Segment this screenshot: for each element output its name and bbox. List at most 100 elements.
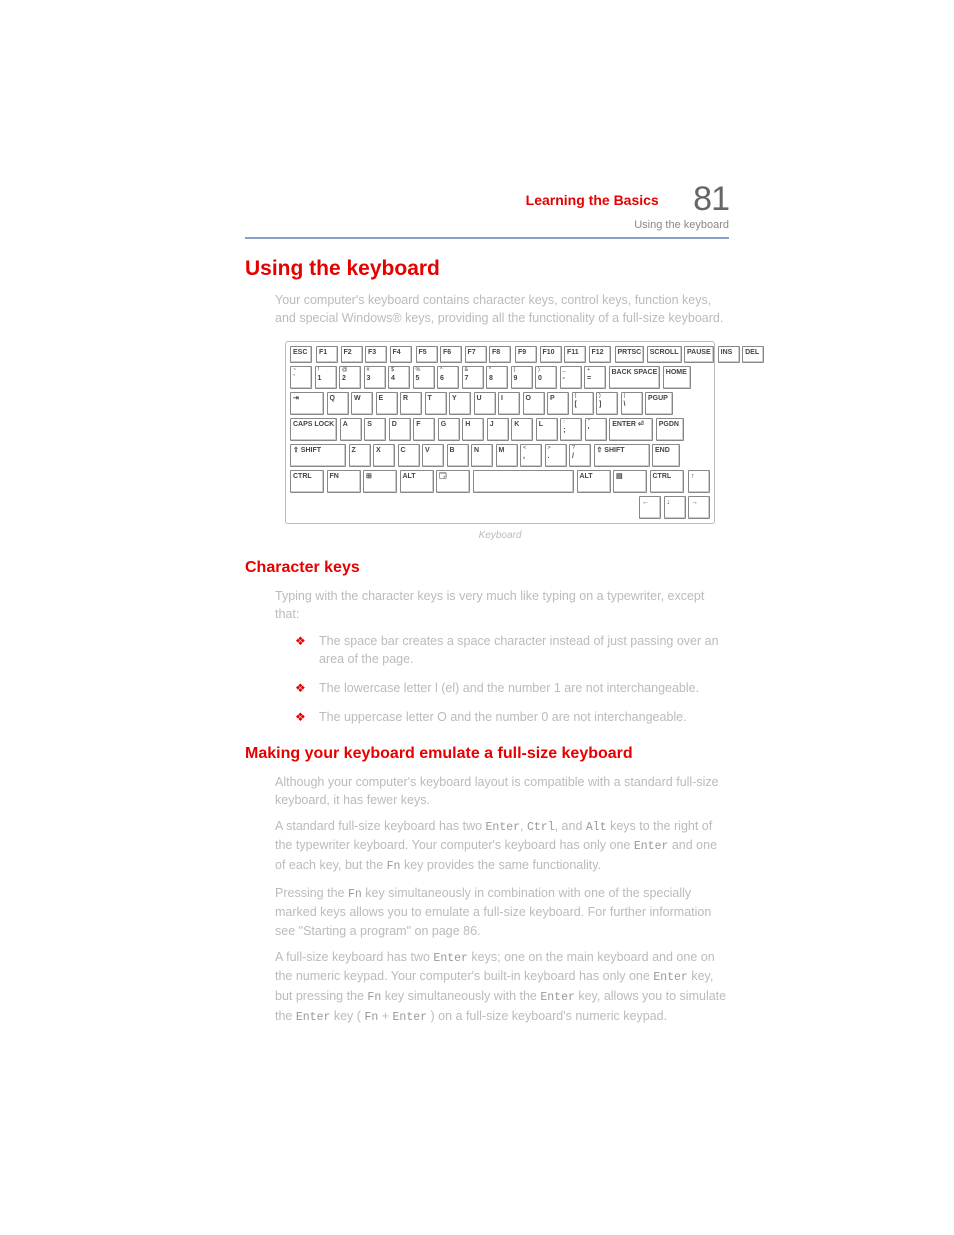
chapter-title: Learning the Basics — [526, 192, 659, 208]
keyboard-key: <, — [520, 444, 542, 467]
keyboard-key: (9 — [511, 366, 533, 389]
keyboard-key: PAUSE — [684, 346, 714, 363]
keyboard-key — [473, 470, 575, 493]
keyboard-key: CTRL — [650, 470, 684, 493]
keyboard-key: → — [688, 496, 710, 519]
keyboard-key: F10 — [540, 346, 562, 363]
keyboard-key: Y — [449, 392, 471, 415]
keyboard-key: E — [376, 392, 398, 415]
text-fragment: key simultaneously with the — [385, 989, 541, 1003]
keyboard-key: ENTER ⏎ — [609, 418, 653, 441]
keyboard-key: ⊞ — [363, 470, 397, 493]
keyboard-key: Q — [327, 392, 349, 415]
key-label-enter: Enter — [653, 971, 688, 984]
keyboard-key: L — [536, 418, 558, 441]
intro-paragraph: Your computer's keyboard contains charac… — [275, 291, 729, 327]
keyboard-key: R — [400, 392, 422, 415]
key-label-enter: Enter — [486, 821, 521, 834]
keyboard-key: N — [471, 444, 493, 467]
keyboard-key: P — [547, 392, 569, 415]
keyboard-key: F6 — [440, 346, 462, 363]
keyboard-q-row: ⇥QWERTYUIOP{[}]|\PGUP — [290, 392, 710, 415]
keyboard-key: F12 — [589, 346, 611, 363]
text-fragment: + — [382, 1009, 393, 1023]
keyboard-key: F — [413, 418, 435, 441]
keyboard-key: ⇧ SHIFT — [290, 444, 346, 467]
keyboard-key: A — [340, 418, 362, 441]
keyboard-key: :; — [560, 418, 582, 441]
text-fragment: key ( — [334, 1009, 361, 1023]
keyboard-key: ▤ — [613, 470, 647, 493]
keyboard-key: S — [364, 418, 386, 441]
keyboard-key: )0 — [535, 366, 557, 389]
keyboard-key: PRTSC — [615, 346, 645, 363]
header-section-line: Using the keyboard — [245, 219, 729, 231]
keyboard-key: M — [496, 444, 518, 467]
text-fragment: A full-size keyboard has two — [275, 950, 433, 964]
running-header: Learning the Basics 81 — [245, 180, 729, 219]
text-fragment: Pressing the — [275, 886, 348, 900]
keyboard-key: ~` — [290, 366, 312, 389]
keyboard-key: &7 — [462, 366, 484, 389]
keyboard-key: += — [584, 366, 606, 389]
header-rule — [245, 237, 729, 239]
keyboard-key: ← — [639, 496, 661, 519]
key-label-fn: Fn — [348, 888, 362, 901]
emulate-para-2: A standard full-size keyboard has two En… — [275, 817, 729, 876]
keyboard-arrow-row: ←↓→ — [290, 496, 710, 519]
keyboard-key: _- — [560, 366, 582, 389]
key-label-enter: Enter — [634, 840, 669, 853]
keyboard-key: INS — [718, 346, 740, 363]
keyboard-key: F11 — [564, 346, 586, 363]
section-heading: Using the keyboard — [245, 257, 729, 281]
subsection-emulate: Making your keyboard emulate a full-size… — [245, 745, 729, 763]
keyboard-key: CTRL — [290, 470, 324, 493]
keyboard-key: G — [438, 418, 460, 441]
key-label-alt: Alt — [586, 821, 607, 834]
keyboard-bottom-row: CTRLFN⊞ALT🗔ALT▤CTRL↑ — [290, 470, 710, 493]
key-label-fn: Fn — [364, 1011, 378, 1024]
keyboard-key: {[ — [572, 392, 594, 415]
text-fragment: A standard full-size keyboard has two — [275, 819, 486, 833]
keyboard-key: ALT — [400, 470, 434, 493]
keyboard-key: U — [474, 392, 496, 415]
keyboard-key: "' — [585, 418, 607, 441]
keyboard-key: $4 — [388, 366, 410, 389]
keyboard-number-row: ~`!1@2#3$4%5^6&7*8(9)0_-+=BACK SPACEHOME — [290, 366, 710, 389]
keyboard-key: Z — [349, 444, 371, 467]
keyboard-key: ↑ — [688, 470, 710, 493]
keyboard-outline: ESCF1F2F3F4F5F6F7F8F9F10F11F12PRTSCSCROL… — [285, 341, 715, 524]
keyboard-key: >. — [545, 444, 567, 467]
list-item: The space bar creates a space character … — [295, 632, 729, 670]
keyboard-key: ALT — [577, 470, 611, 493]
keyboard-key: BACK SPACE — [609, 366, 661, 389]
text-fragment: ) on a full-size keyboard's numeric keyp… — [431, 1009, 668, 1023]
keyboard-key: %5 — [413, 366, 435, 389]
text-fragment: key, but the — [319, 858, 386, 872]
page-number: 81 — [693, 180, 729, 219]
keyboard-key: F3 — [365, 346, 387, 363]
keyboard-key: F9 — [515, 346, 537, 363]
keyboard-key: DEL — [742, 346, 764, 363]
keyboard-caption: Keyboard — [285, 530, 715, 541]
keyboard-key: #3 — [364, 366, 386, 389]
keyboard-key: PGDN — [656, 418, 684, 441]
keyboard-key: ⇥ — [290, 392, 324, 415]
keyboard-key: ESC — [290, 346, 312, 363]
list-item: The lowercase letter l (el) and the numb… — [295, 679, 729, 698]
keyboard-key: I — [498, 392, 520, 415]
keyboard-key: *8 — [486, 366, 508, 389]
keyboard-key: }] — [596, 392, 618, 415]
keyboard-a-row: CAPS LOCKASDFGHJKL:;"'ENTER ⏎PGDN — [290, 418, 710, 441]
keyboard-key: @2 — [339, 366, 361, 389]
keyboard-key: X — [373, 444, 395, 467]
keyboard-key: W — [351, 392, 373, 415]
key-label-enter: Enter — [433, 952, 468, 965]
key-label-ctrl: Ctrl — [527, 821, 555, 834]
key-label-enter: Enter — [296, 1011, 331, 1024]
keyboard-diagram: ESCF1F2F3F4F5F6F7F8F9F10F11F12PRTSCSCROL… — [285, 341, 715, 541]
key-label-enter: Enter — [540, 991, 575, 1004]
keyboard-key: F2 — [341, 346, 363, 363]
list-item: The uppercase letter O and the number 0 … — [295, 708, 729, 727]
keyboard-key: PGUP — [645, 392, 673, 415]
